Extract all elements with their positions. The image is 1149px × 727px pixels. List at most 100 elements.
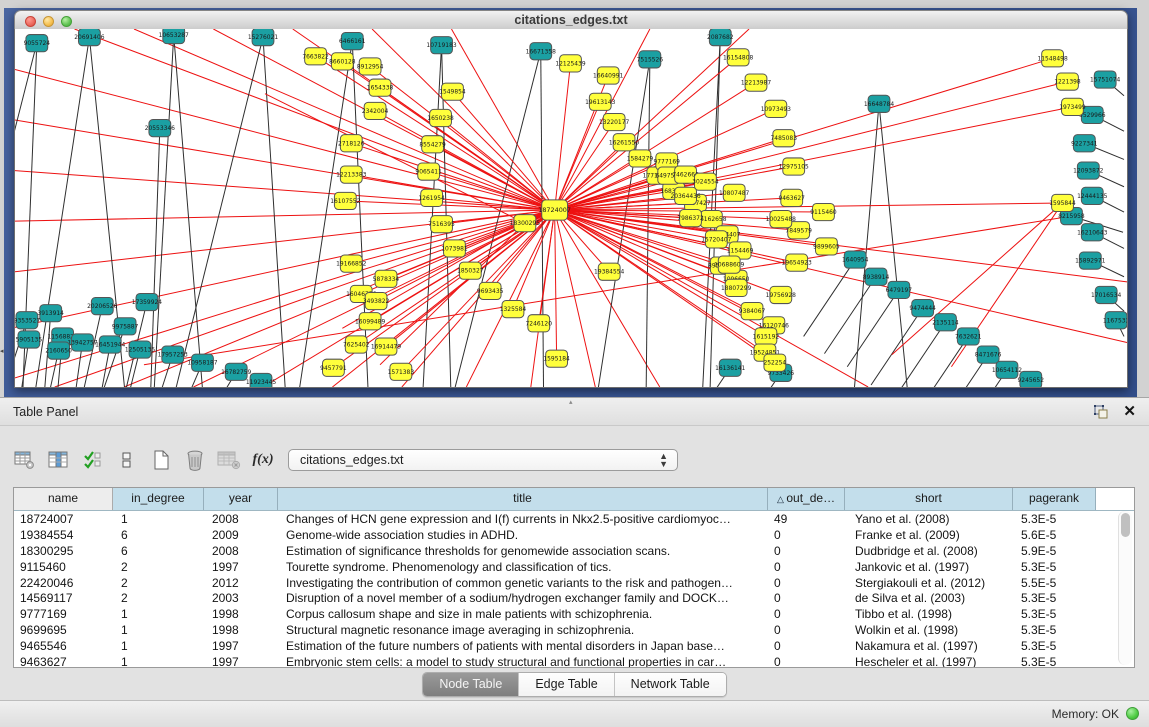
delete-icon[interactable] xyxy=(180,445,210,475)
graph-node-label: 19756928 xyxy=(766,292,796,299)
graph-node-label: 7246120 xyxy=(526,320,553,327)
table-selector-combobox[interactable]: citations_edges.txt ▲▼ xyxy=(288,449,678,471)
vertical-scrollbar[interactable] xyxy=(1118,511,1132,665)
graph-node-label: 12444135 xyxy=(1077,193,1107,200)
graph-node-label: 18724007 xyxy=(538,206,571,214)
graph-node-label: 18300295 xyxy=(510,220,540,227)
citation-edge-red xyxy=(441,118,555,210)
scrollbar-thumb[interactable] xyxy=(1121,513,1130,537)
graph-node-label: 16136141 xyxy=(715,365,745,372)
graph-node-label: 12975105 xyxy=(779,164,809,171)
graph-node-label: 9474444 xyxy=(909,305,936,312)
graph-node-label: 7986372 xyxy=(677,215,704,222)
close-icon[interactable]: ✕ xyxy=(1123,402,1136,420)
network-window-title: citations_edges.txt xyxy=(15,13,1127,27)
table-tabbar: Node TableEdge TableNetwork Table xyxy=(0,672,1149,696)
graph-node-label: 9055724 xyxy=(24,40,51,47)
float-window-icon[interactable] xyxy=(1093,404,1109,420)
new-document-icon[interactable] xyxy=(146,445,176,475)
citation-edge-red xyxy=(265,94,525,223)
column-chooser-icon[interactable] xyxy=(44,445,74,475)
cell-short: Wolkin et al. (1998) xyxy=(845,623,1013,637)
graph-node-label: 15276021 xyxy=(248,34,278,41)
table-body: 1872400712008Changes of HCN gene express… xyxy=(14,511,1134,668)
combobox-stepper-icon[interactable]: ▲▼ xyxy=(659,452,668,468)
cell-name: 18724007 xyxy=(14,512,113,526)
graph-node-label: 11923445 xyxy=(246,379,276,386)
cell-title: Disruption of a novel member of a sodium… xyxy=(278,591,768,605)
table-row[interactable]: 1938455462009Genome-wide association stu… xyxy=(14,527,1134,543)
table-row[interactable]: 946362711997Embryonic stem cells: a mode… xyxy=(14,654,1134,668)
cell-out_de: 0 xyxy=(768,639,845,653)
row-height-icon[interactable] xyxy=(112,445,142,475)
cell-title: Structural magnetic resonance image aver… xyxy=(278,623,768,637)
graph-node-label: 16451944 xyxy=(95,342,125,349)
cell-in_degree: 1 xyxy=(113,639,204,653)
cell-pagerank: 5.3E-5 xyxy=(1013,623,1096,637)
function-builder-icon[interactable]: f(x) xyxy=(248,445,278,475)
citation-edge-red xyxy=(15,69,555,210)
graph-node-label: 10654112 xyxy=(992,367,1022,374)
column-header-name[interactable]: name xyxy=(14,488,113,510)
column-header-title[interactable]: title xyxy=(278,488,768,510)
table-row[interactable]: 1456911722003Disruption of a novel membe… xyxy=(14,590,1134,606)
table-row[interactable]: 969969511998Structural magnetic resonanc… xyxy=(14,622,1134,638)
tab-network-table[interactable]: Network Table xyxy=(615,673,726,696)
column-header-in_degree[interactable]: in_degree xyxy=(113,488,204,510)
table-row[interactable]: 911546021997Tourette syndrome. Phenomeno… xyxy=(14,559,1134,575)
graph-node-label: 17957253 xyxy=(158,352,188,359)
graph-node-label: 252254 xyxy=(764,360,787,367)
cell-in_degree: 1 xyxy=(113,623,204,637)
network-window-titlebar[interactable]: citations_edges.txt xyxy=(14,10,1128,31)
table-row[interactable]: 1872400712008Changes of HCN gene express… xyxy=(14,511,1134,527)
panel-collapse-arrow-icon[interactable]: ◂ xyxy=(0,348,4,355)
graph-node-label: 16648784 xyxy=(864,101,894,108)
graph-node-label: 9463627 xyxy=(778,195,805,202)
column-header-short[interactable]: short xyxy=(845,488,1013,510)
graph-node-label: 16154808 xyxy=(723,54,753,61)
cell-in_degree: 6 xyxy=(113,544,204,558)
table-row[interactable]: 1830029562008Estimation of significance … xyxy=(14,543,1134,559)
memory-ok-icon xyxy=(1126,707,1139,720)
cytoscape-app: { "window": { "title": "citations_edges.… xyxy=(0,0,1149,727)
graph-node-label: 2718126 xyxy=(338,140,365,147)
table-row[interactable]: 2242004622012Investigating the contribut… xyxy=(14,575,1134,591)
cell-out_de: 0 xyxy=(768,544,845,558)
column-header-out_de[interactable]: △ out_de… xyxy=(768,488,845,510)
cell-out_de: 0 xyxy=(768,591,845,605)
graph-node-label: 1571383 xyxy=(388,369,415,376)
node-table: namein_degreeyeartitle△ out_de…shortpage… xyxy=(13,487,1135,668)
graph-node-label: 15892971 xyxy=(1075,258,1105,265)
splitter-handle-icon[interactable]: ▴ xyxy=(569,398,573,406)
cell-short: Yano et al. (2008) xyxy=(845,512,1013,526)
graph-node-label: 9975887 xyxy=(112,323,139,330)
cell-name: 14569117 xyxy=(14,591,113,605)
network-canvas[interactable]: 9055724206914061065328715276021646616110… xyxy=(14,29,1128,388)
graph-node-label: 10958187 xyxy=(187,360,217,367)
cell-title: Genome-wide association studies in ADHD. xyxy=(278,528,768,542)
cell-in_degree: 2 xyxy=(113,576,204,590)
delete-table-icon[interactable] xyxy=(214,445,244,475)
column-header-year[interactable]: year xyxy=(204,488,278,510)
cell-in_degree: 2 xyxy=(113,591,204,605)
graph-node-label: 3493822 xyxy=(363,298,390,305)
column-header-pagerank[interactable]: pagerank xyxy=(1013,488,1096,510)
graph-node-label: 2087682 xyxy=(707,34,734,41)
cell-short: Franke et al. (2009) xyxy=(845,528,1013,542)
network-window[interactable]: citations_edges.txt 90557242069140610653… xyxy=(14,10,1128,388)
graph-node-label: 12213987 xyxy=(741,80,771,87)
table-row[interactable]: 946554611997Estimation of the future num… xyxy=(14,638,1134,654)
graph-node-label: 9353527 xyxy=(15,317,40,324)
graph-node-label: 13220177 xyxy=(599,119,629,126)
graph-node-label: 1325584 xyxy=(500,306,527,313)
tab-edge-table[interactable]: Edge Table xyxy=(519,673,614,696)
cell-title: Estimation of significance thresholds fo… xyxy=(278,544,768,558)
tab-node-table[interactable]: Node Table xyxy=(423,673,519,696)
table-row[interactable]: 977716911998Corpus callosum shape and si… xyxy=(14,606,1134,622)
graph-node-label: 10719183 xyxy=(426,42,456,49)
cell-name: 9699695 xyxy=(14,623,113,637)
table-settings-icon[interactable] xyxy=(10,445,40,475)
cell-pagerank: 5.6E-5 xyxy=(1013,528,1096,542)
cell-pagerank: 5.3E-5 xyxy=(1013,655,1096,668)
row-selection-icon[interactable] xyxy=(78,445,108,475)
